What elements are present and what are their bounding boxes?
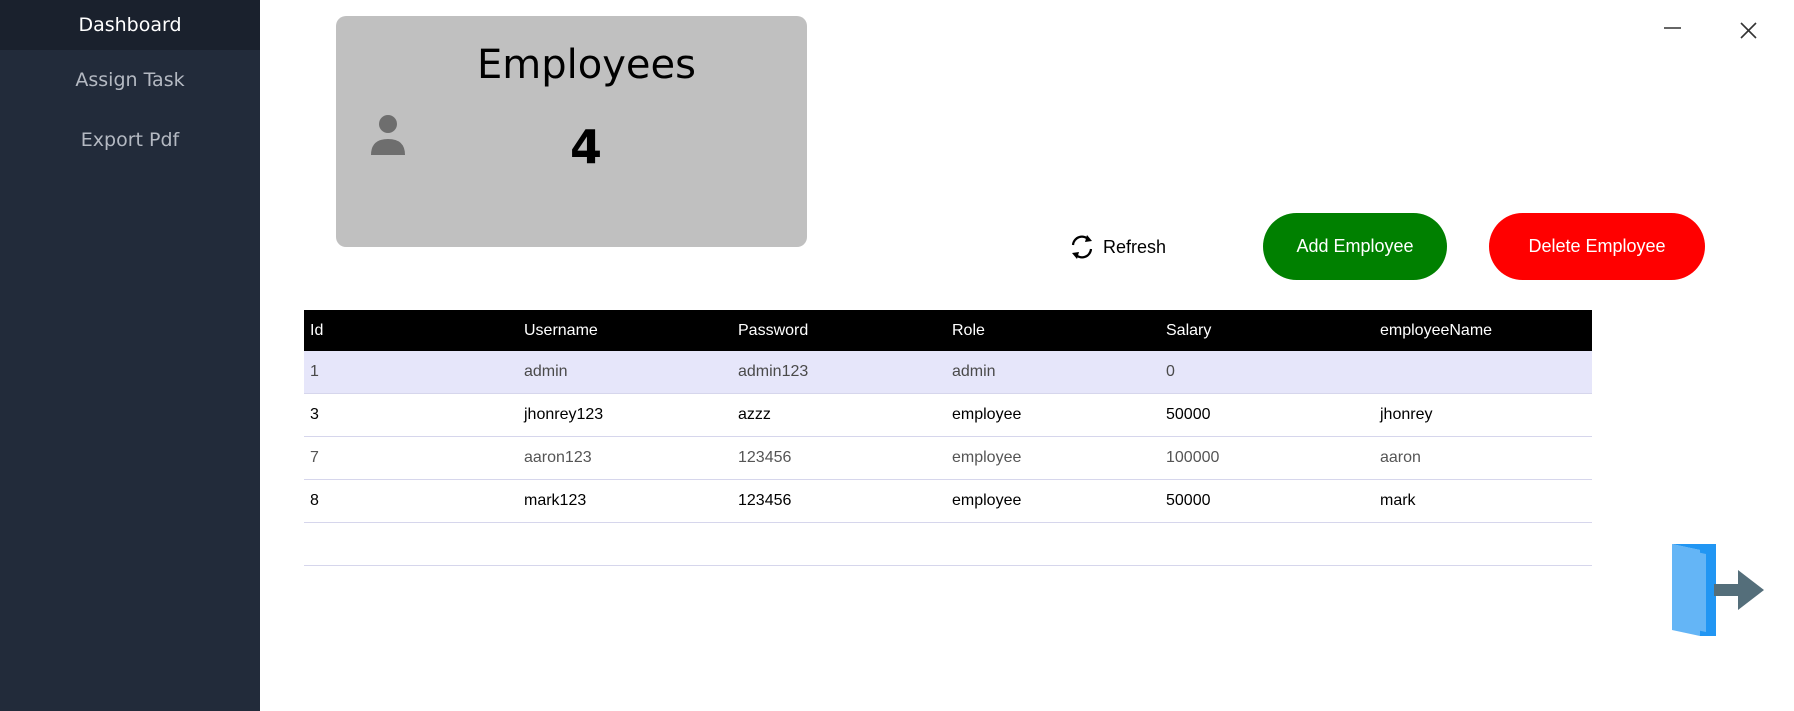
employee-table[interactable]: Id Username Password Role Salary employe… bbox=[304, 310, 1592, 566]
column-header-username[interactable]: Username bbox=[518, 322, 732, 340]
sidebar: Dashboard Assign Task Export Pdf bbox=[0, 0, 260, 711]
table-cell[interactable]: 8 bbox=[304, 492, 518, 510]
sidebar-item-label: Dashboard bbox=[78, 14, 182, 36]
table-cell[interactable]: employee bbox=[946, 492, 1160, 510]
table-cell[interactable]: employee bbox=[946, 449, 1160, 467]
table-cell[interactable]: aaron123 bbox=[518, 449, 732, 467]
table-cell[interactable]: 100000 bbox=[1160, 449, 1374, 467]
delete-employee-button[interactable]: Delete Employee bbox=[1489, 213, 1705, 280]
column-header-password[interactable]: Password bbox=[732, 322, 946, 340]
sidebar-item-assign-task[interactable]: Assign Task bbox=[0, 55, 260, 105]
column-header-employee-name[interactable]: employeeName bbox=[1374, 322, 1588, 340]
table-cell[interactable]: 3 bbox=[304, 406, 518, 424]
table-cell[interactable]: 50000 bbox=[1160, 406, 1374, 424]
sidebar-item-dashboard[interactable]: Dashboard bbox=[0, 0, 260, 50]
employee-count: 4 bbox=[569, 120, 602, 174]
table-cell[interactable]: 123456 bbox=[732, 492, 946, 510]
table-cell[interactable]: mark bbox=[1374, 492, 1588, 510]
sidebar-item-label: Assign Task bbox=[75, 69, 185, 91]
minimize-button[interactable] bbox=[1656, 14, 1690, 48]
table-cell[interactable]: 0 bbox=[1160, 363, 1374, 381]
logout-icon[interactable] bbox=[1666, 540, 1766, 640]
person-icon bbox=[371, 115, 405, 155]
table-cell[interactable]: azzz bbox=[732, 406, 946, 424]
table-cell[interactable]: 7 bbox=[304, 449, 518, 467]
card-title: Employees bbox=[477, 42, 696, 88]
table-cell[interactable]: mark123 bbox=[518, 492, 732, 510]
table-row[interactable]: 3 jhonrey123 azzz employee 50000 jhonrey bbox=[304, 394, 1592, 437]
table-cell[interactable]: admin bbox=[946, 363, 1160, 381]
table-cell[interactable]: jhonrey bbox=[1374, 406, 1588, 424]
add-employee-label: Add Employee bbox=[1296, 236, 1414, 256]
app-window: Dashboard Assign Task Export Pdf Employe… bbox=[0, 0, 1794, 711]
column-header-role[interactable]: Role bbox=[946, 322, 1160, 340]
sidebar-item-export-pdf[interactable]: Export Pdf bbox=[0, 115, 260, 165]
column-header-salary[interactable]: Salary bbox=[1160, 322, 1374, 340]
table-cell[interactable]: 1 bbox=[304, 363, 518, 381]
refresh-icon bbox=[1071, 235, 1093, 259]
table-cell[interactable]: jhonrey123 bbox=[518, 406, 732, 424]
refresh-label: Refresh bbox=[1103, 236, 1167, 257]
refresh-button[interactable]: Refresh bbox=[1067, 230, 1166, 264]
sidebar-item-label: Export Pdf bbox=[80, 129, 180, 151]
employees-count-card: Employees 4 bbox=[336, 16, 807, 247]
table-cell[interactable]: admin bbox=[518, 363, 732, 381]
add-employee-button[interactable]: Add Employee bbox=[1263, 213, 1447, 280]
table-row[interactable]: 8 mark123 123456 employee 50000 mark bbox=[304, 480, 1592, 523]
new-row-placeholder[interactable] bbox=[304, 523, 1592, 566]
table-header: Id Username Password Role Salary employe… bbox=[304, 310, 1592, 351]
close-button[interactable] bbox=[1732, 14, 1766, 48]
table-row[interactable]: 7 aaron123 123456 employee 100000 aaron bbox=[304, 437, 1592, 480]
table-cell[interactable]: 50000 bbox=[1160, 492, 1374, 510]
delete-employee-label: Delete Employee bbox=[1528, 236, 1666, 256]
minimize-icon bbox=[1664, 27, 1681, 29]
table-cell[interactable]: aaron bbox=[1374, 449, 1588, 467]
table-row[interactable]: 1 admin admin123 admin 0 bbox=[304, 351, 1592, 394]
close-icon bbox=[1740, 22, 1757, 39]
table-cell[interactable]: employee bbox=[946, 406, 1160, 424]
table-cell[interactable]: admin123 bbox=[732, 363, 946, 381]
column-header-id[interactable]: Id bbox=[304, 322, 518, 340]
table-cell[interactable]: 123456 bbox=[732, 449, 946, 467]
